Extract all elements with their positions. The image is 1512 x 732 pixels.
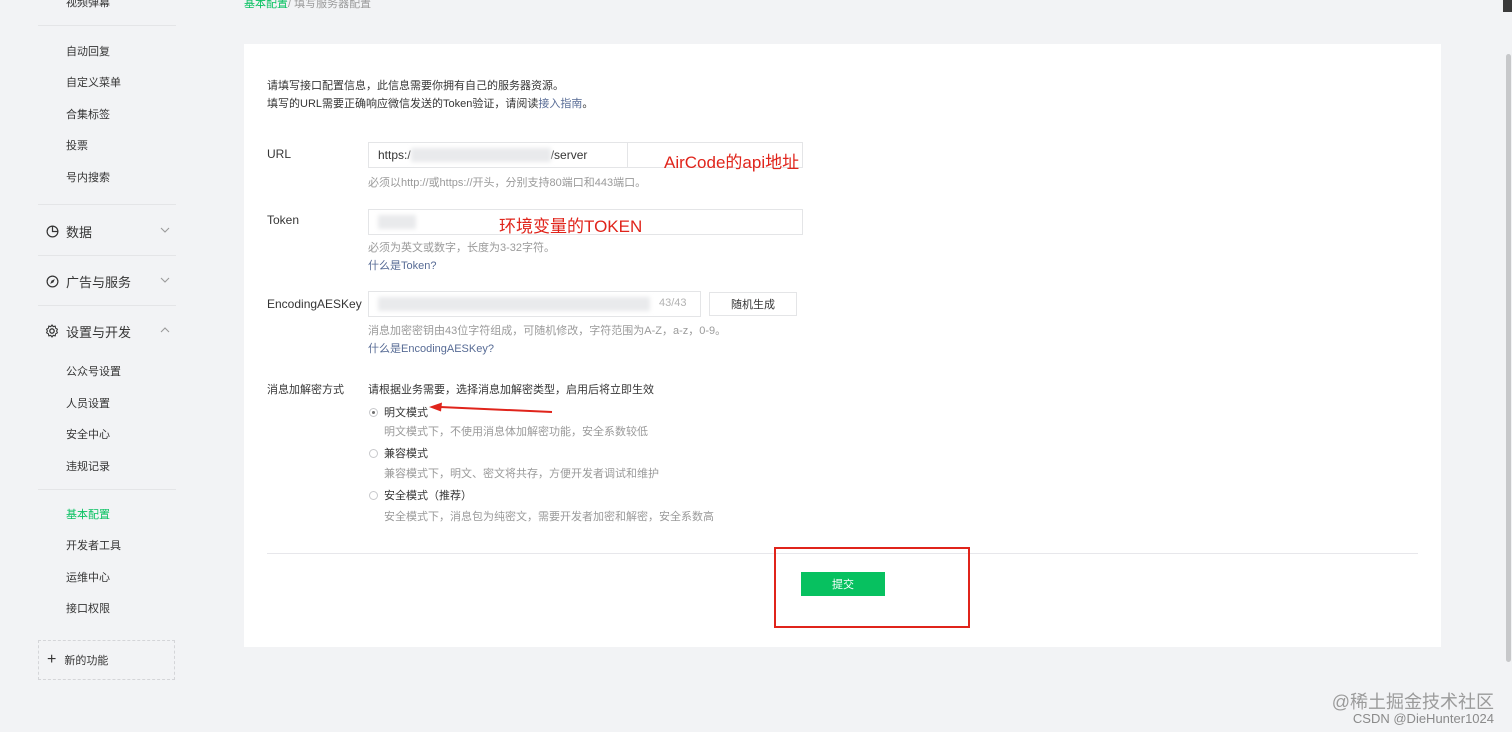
aes-key-input[interactable] xyxy=(368,291,701,317)
sidebar-item-collection-tags[interactable]: 合集标签 xyxy=(66,106,110,122)
sidebar-divider xyxy=(38,255,176,256)
token-annotation: 环境变量的TOKEN xyxy=(499,217,643,236)
sidebar-group-ads-services[interactable]: 广告与服务 xyxy=(45,271,175,291)
sidebar-group-settings-dev[interactable]: 设置与开发 xyxy=(45,321,175,341)
sidebar-divider xyxy=(38,25,176,26)
url-input[interactable]: https:/ /server xyxy=(368,142,628,168)
sidebar-item-in-account-search[interactable]: 号内搜索 xyxy=(66,169,110,185)
pie-chart-icon xyxy=(45,224,59,238)
red-arrow-annotation xyxy=(429,402,553,413)
scrollbar-thumb[interactable] xyxy=(1506,54,1511,662)
breadcrumb: 基本配置/ 填写服务器配置 xyxy=(244,0,371,11)
radio-label: 兼容模式 xyxy=(384,448,428,460)
radio-secure-mode[interactable]: 安全模式（推荐） xyxy=(369,487,472,503)
compass-icon xyxy=(45,274,59,288)
plus-icon: + xyxy=(47,651,57,668)
encryption-mode-label: 消息加解密方式 xyxy=(267,384,344,396)
url-label: URL xyxy=(267,147,292,161)
token-label: Token xyxy=(267,213,300,227)
redacted-blur xyxy=(410,148,551,162)
intro-line-2: 填写的URL需要正确响应微信发送的Token验证，请阅读接入指南。 xyxy=(267,98,594,110)
sidebar: 视频弹幕 自动回复 自定义菜单 合集标签 投票 号内搜索 数据 广告与服务 设置… xyxy=(0,0,200,732)
scroll-up-arrow-icon[interactable] xyxy=(1503,0,1512,12)
url-annotation: AirCode的api地址 xyxy=(664,153,800,172)
what-is-token-link[interactable]: 什么是Token? xyxy=(368,257,436,273)
radio-compatible-mode[interactable]: 兼容模式 xyxy=(369,445,428,461)
sidebar-item-api-permissions[interactable]: 接口权限 xyxy=(66,600,110,616)
radio-plaintext-mode[interactable]: 明文模式 xyxy=(369,404,428,420)
access-guide-link[interactable]: 接入指南 xyxy=(538,98,582,110)
sidebar-item-video-danmaku[interactable]: 视频弹幕 xyxy=(66,0,110,10)
sidebar-divider xyxy=(38,204,176,205)
radio-unselected-icon[interactable] xyxy=(369,490,378,500)
random-generate-button[interactable]: 随机生成 xyxy=(709,292,797,316)
sidebar-group-data[interactable]: 数据 xyxy=(45,221,175,241)
what-is-aes-key-link[interactable]: 什么是EncodingAESKey? xyxy=(368,340,494,356)
chevron-down-icon xyxy=(159,274,171,286)
submit-highlight-box xyxy=(774,547,970,628)
token-hint: 必须为英文或数字，长度为3-32字符。 xyxy=(368,242,556,254)
sidebar-group-label: 数据 xyxy=(66,224,93,240)
compatible-mode-desc: 兼容模式下，明文、密文将共存，方便开发者调试和维护 xyxy=(384,468,659,480)
new-function-label: 新的功能 xyxy=(64,655,109,667)
intro-text: 请填写接口配置信息，此信息需要你拥有自己的服务器资源。 填写的URL需要正确响应… xyxy=(267,77,593,113)
redacted-blur xyxy=(378,215,416,229)
gear-icon xyxy=(45,324,59,338)
sidebar-divider xyxy=(38,305,176,306)
encryption-instruction: 请根据业务需要，选择消息加解密类型，启用后将立即生效 xyxy=(368,384,654,396)
url-hint: 必须以http://或https://开头，分别支持80端口和443端口。 xyxy=(368,177,647,189)
url-value-prefix: https:/ xyxy=(378,148,411,162)
plaintext-mode-desc: 明文模式下，不使用消息体加解密功能，安全系数较低 xyxy=(384,426,648,438)
radio-selected-icon[interactable] xyxy=(369,407,378,417)
sidebar-item-security-center[interactable]: 安全中心 xyxy=(66,426,110,442)
csdn-watermark: CSDN @DieHunter1024 xyxy=(1352,711,1494,726)
sidebar-item-personnel-settings[interactable]: 人员设置 xyxy=(66,395,110,411)
chevron-up-icon xyxy=(159,324,171,336)
aes-key-counter: 43/43 xyxy=(659,297,687,309)
sidebar-divider xyxy=(38,489,176,490)
radio-label: 明文模式 xyxy=(384,407,428,419)
redacted-blur xyxy=(378,297,650,311)
sidebar-item-custom-menu[interactable]: 自定义菜单 xyxy=(66,74,121,90)
breadcrumb-current: / 填写服务器配置 xyxy=(288,0,372,10)
breadcrumb-link[interactable]: 基本配置 xyxy=(244,0,288,10)
sidebar-item-ops-center[interactable]: 运维中心 xyxy=(66,569,110,585)
sidebar-item-basic-config[interactable]: 基本配置 xyxy=(66,506,110,522)
intro-line-1: 请填写接口配置信息，此信息需要你拥有自己的服务器资源。 xyxy=(267,80,564,92)
radio-label: 安全模式（推荐） xyxy=(384,490,472,502)
sidebar-item-violation-records[interactable]: 违规记录 xyxy=(66,458,110,474)
radio-unselected-icon[interactable] xyxy=(369,448,378,458)
sidebar-item-developer-tools[interactable]: 开发者工具 xyxy=(66,537,121,553)
sidebar-item-auto-reply[interactable]: 自动回复 xyxy=(66,43,110,59)
aes-key-label: EncodingAESKey xyxy=(267,297,362,311)
aes-key-hint: 消息加密密钥由43位字符组成，可随机修改，字符范围为A-Z，a-z，0-9。 xyxy=(368,325,727,337)
secure-mode-desc: 安全模式下，消息包为纯密文，需要开发者加密和解密，安全系数高 xyxy=(384,511,714,523)
chevron-down-icon xyxy=(159,224,171,236)
sidebar-item-account-settings[interactable]: 公众号设置 xyxy=(66,363,121,379)
sidebar-group-label: 设置与开发 xyxy=(66,324,132,340)
new-function-button[interactable]: + 新的功能 xyxy=(38,640,175,680)
url-value-suffix: /server xyxy=(550,148,588,162)
sidebar-group-label: 广告与服务 xyxy=(66,274,132,290)
sidebar-item-vote[interactable]: 投票 xyxy=(66,137,88,153)
